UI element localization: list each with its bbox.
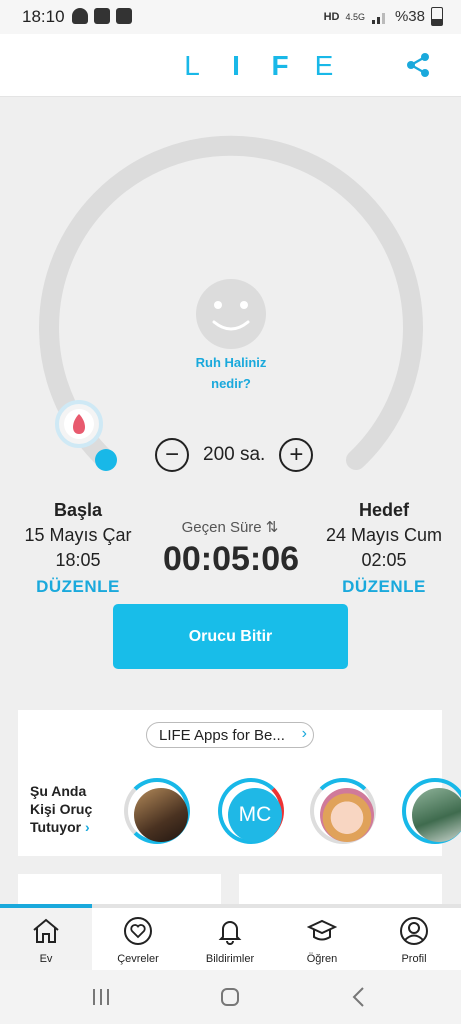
life-apps-pill[interactable]: LIFE Apps for Be... › [146, 722, 314, 748]
graduation-cap-icon [306, 919, 338, 941]
progress-knob [95, 449, 117, 471]
system-nav-bar [0, 970, 461, 1024]
profile-icon [400, 917, 428, 945]
fasting-line: Kişi Oruç [30, 801, 93, 817]
target-info: Hedef 24 Mayıs Cum 02:05 DÜZENLE [318, 500, 450, 597]
target-date: 24 Mayıs Cum [325, 525, 443, 545]
target-time: 02:05 [361, 550, 407, 570]
back-icon[interactable] [350, 986, 368, 1008]
tab-label: Çevreler [117, 953, 159, 965]
fasting-line: Şu Anda [30, 783, 87, 799]
end-fast-button[interactable]: Orucu Bitir [113, 604, 348, 669]
network-type: 4.5G [345, 11, 365, 22]
elapsed-label[interactable]: Geçen Süre ⇅ [150, 518, 310, 536]
logo-letter: L [184, 50, 200, 81]
mood-face-icon [196, 279, 266, 349]
bottom-tab-bar: Ev Çevreler Bildirimler Öğren Profil [0, 904, 461, 974]
status-time: 18:10 [22, 7, 65, 26]
edit-start-button[interactable]: DÜZENLE [14, 577, 142, 597]
avatar[interactable] [310, 778, 376, 844]
avatar[interactable] [124, 778, 190, 844]
life-apps-label: LIFE Apps for Be... [159, 726, 285, 744]
cloud-icon [72, 8, 88, 24]
bell-icon [218, 921, 242, 945]
status-bar: 18:10 HD 4.5G %38 [0, 0, 461, 34]
fasting-line: Tutuyor [30, 819, 82, 835]
avatar-initials: MC [228, 788, 282, 842]
elapsed-timer: 00:05:06 [162, 540, 300, 578]
logo-letter: I [232, 50, 240, 81]
tab-label: Profil [401, 953, 427, 965]
start-date: 15 Mayıs Çar [24, 525, 132, 545]
box-icon [94, 8, 110, 24]
hd-voice-icon: HD [323, 10, 340, 23]
start-title: Başla [53, 500, 103, 520]
recent-apps-icon[interactable] [90, 988, 112, 1006]
duration-stepper: − 200 sa. + [155, 438, 314, 472]
status-right: HD 4.5G %38 [324, 7, 443, 26]
decrease-hours-button[interactable]: − [155, 438, 189, 472]
tab-profile[interactable]: Profil [368, 908, 460, 974]
tab-label: Öğren [306, 953, 338, 965]
home-icon [33, 918, 59, 943]
app-header: L I F E [0, 34, 461, 97]
home-nav-icon[interactable] [219, 986, 241, 1008]
start-time: 18:05 [55, 550, 101, 570]
increase-hours-button[interactable]: + [279, 438, 314, 472]
share-icon[interactable] [405, 52, 431, 78]
mood-line: nedir? [211, 376, 251, 391]
edit-target-button[interactable]: DÜZENLE [318, 577, 450, 597]
chevron-right-icon: › [84, 819, 90, 835]
heart-circle-icon [124, 917, 152, 945]
fasting-now-link[interactable]: Şu Anda Kişi Oruç Tutuyor › [30, 782, 110, 836]
avatar-photo [134, 788, 188, 842]
battery-icon [431, 7, 443, 26]
community-panel: LIFE Apps for Be... › Şu Anda Kişi Oruç … [18, 710, 461, 856]
card-row [0, 874, 461, 914]
tab-label: Ev [39, 953, 53, 965]
life-logo: L I F E [170, 50, 346, 82]
avatar[interactable]: MC [218, 778, 284, 844]
avatar-photo [320, 788, 374, 842]
mood-prompt[interactable]: Ruh Haliniz nedir? [170, 352, 292, 394]
duration-value: 200 sa. [203, 444, 266, 465]
mood-line: Ruh Haliniz [195, 355, 267, 370]
start-info: Başla 15 Mayıs Çar 18:05 DÜZENLE [14, 500, 142, 597]
chevron-right-icon: › [301, 725, 307, 742]
tab-notifications[interactable]: Bildirimler [184, 908, 276, 974]
tab-home[interactable]: Ev [0, 908, 92, 974]
checkbox-icon [116, 8, 132, 24]
logo-letter: E [314, 50, 334, 81]
logo-letter: F [271, 50, 289, 81]
tab-label: Bildirimler [205, 953, 255, 965]
status-notification-icons [72, 8, 132, 24]
avatar[interactable] [402, 778, 461, 844]
target-title: Hedef [358, 500, 409, 520]
tab-circles[interactable]: Çevreler [92, 908, 184, 974]
tab-learn[interactable]: Öğren [276, 908, 368, 974]
signal-icon [371, 12, 385, 24]
battery-percent: %38 [394, 8, 425, 25]
avatar-photo [412, 788, 461, 842]
